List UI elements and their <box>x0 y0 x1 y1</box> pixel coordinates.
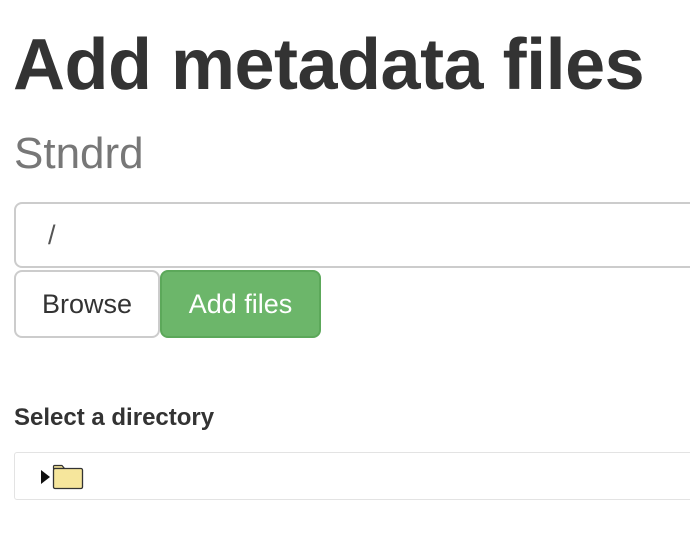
page-title: Add metadata files <box>13 25 645 105</box>
directory-tree <box>14 452 690 500</box>
folder-icon[interactable] <box>52 464 84 490</box>
tree-node-root[interactable] <box>41 463 84 491</box>
add-metadata-files-page: Add metadata files Stndrd Browse Add fil… <box>0 0 690 546</box>
select-directory-label: Select a directory <box>14 404 215 431</box>
page-subtitle: Stndrd <box>14 129 144 178</box>
browse-button[interactable]: Browse <box>14 270 160 338</box>
path-input[interactable] <box>14 202 690 268</box>
caret-right-icon[interactable] <box>41 470 50 484</box>
add-files-button[interactable]: Add files <box>160 270 321 338</box>
